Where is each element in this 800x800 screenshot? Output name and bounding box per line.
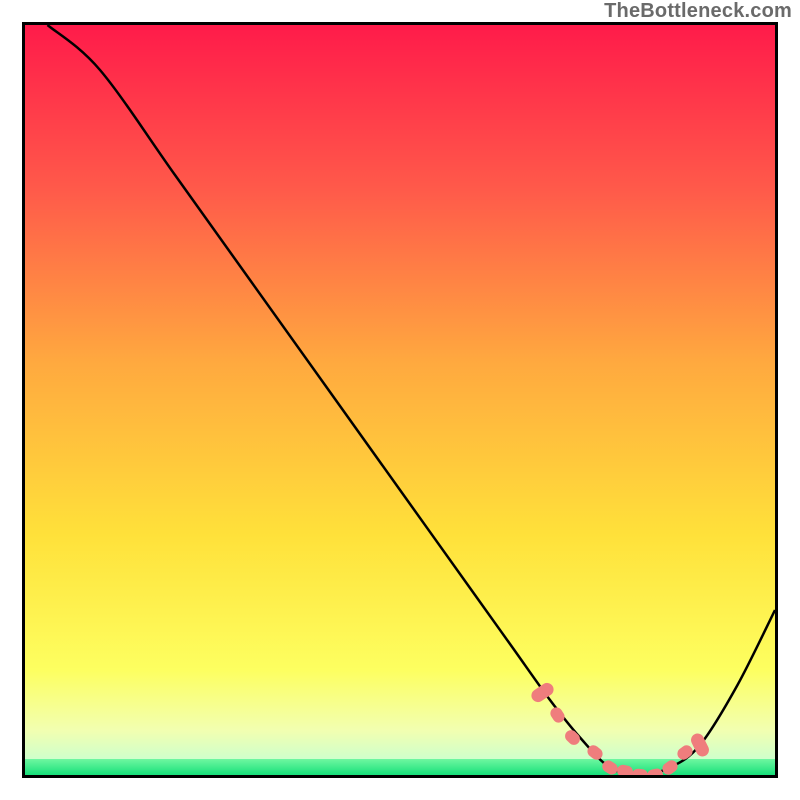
optimal-bead [631,768,648,775]
optimal-bead [675,743,695,762]
optimal-bead [548,705,567,725]
optimal-bead [646,767,664,775]
optimal-bead [563,728,583,748]
watermark-text: TheBottleneck.com [604,0,792,23]
chart-svg [25,25,775,775]
optimal-bead [660,758,680,775]
chart-stage: TheBottleneck.com [0,0,800,800]
plot-frame [22,22,778,778]
bottleneck-curve-path [48,25,776,775]
optimal-bead [616,763,634,775]
